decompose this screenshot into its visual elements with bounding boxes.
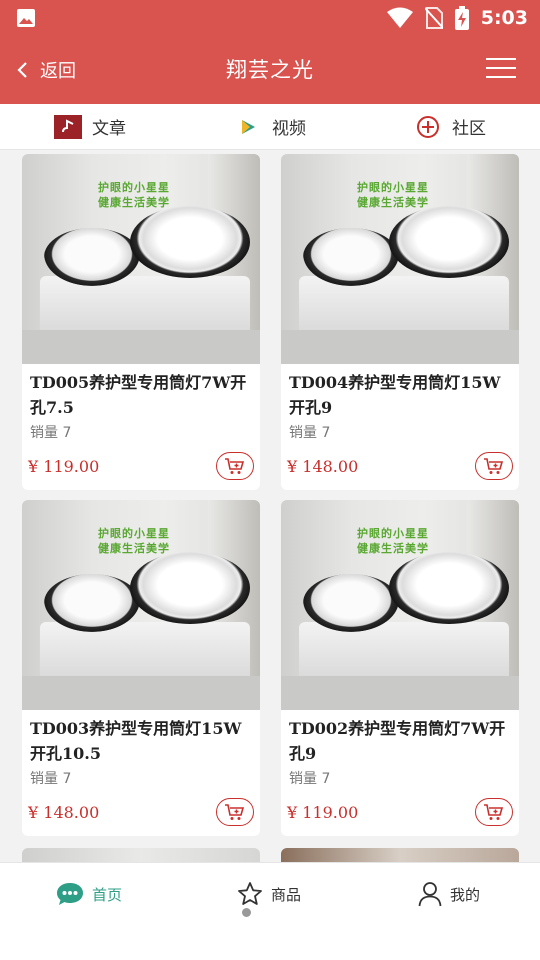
category-label: 视频 [272,119,306,139]
product-image: 护眼的小星星 健康生活美学 [22,154,260,364]
product-sales: 销量 7 [30,425,72,441]
add-to-cart-button[interactable] [216,452,254,480]
battery-charging-icon [454,6,469,30]
product-price: ¥ 119.00 [287,803,359,822]
product-name: TD002养护型专用筒灯7W开孔9 [289,719,506,763]
cart-icon [484,458,504,474]
product-card[interactable]: 护眼的小星星 健康生活美学 TD005养护型专用筒灯7W开孔7.5 销量 7 ¥ … [22,154,260,490]
category-label: 文章 [92,119,126,139]
status-bar: 5:03 [0,0,540,36]
product-sales: 销量 7 [289,771,331,787]
product-card[interactable]: 护眼的小星星 健康生活美学 TD003养护型专用筒灯15W开孔10.5 销量 7 … [22,500,260,836]
video-play-icon [234,115,262,139]
product-image-text: 护眼的小星星 健康生活美学 [357,181,429,209]
product-card[interactable]: 护眼的小星星 健康生活美学 TD004养护型专用筒灯15W开孔9 销量 7 ¥ 1… [281,154,519,490]
app-bar: 返回 翔芸之光 [0,36,540,104]
nav-profile[interactable]: 我的 [418,879,480,909]
add-to-cart-button[interactable] [475,798,513,826]
article-icon [54,114,82,139]
category-community[interactable]: 社区 [360,104,540,149]
cart-icon [484,804,504,820]
product-sales: 销量 7 [289,425,331,441]
product-image-text: 护眼的小星星 健康生活美学 [98,527,170,555]
hamburger-menu-icon[interactable] [486,58,516,78]
product-price: ¥ 119.00 [28,457,100,476]
product-image: 护眼的小星星 健康生活美学 [281,500,519,710]
product-image-text: 护眼的小星星 健康生活美学 [357,527,429,555]
chat-bubble-icon [57,883,83,905]
product-price: ¥ 148.00 [28,803,100,822]
product-image-text: 护眼的小星星 健康生活美学 [98,181,170,209]
page-title: 翔芸之光 [226,58,314,82]
cart-icon [225,804,245,820]
nav-home[interactable]: 首页 [56,879,122,909]
nav-label: 商品 [271,885,302,904]
community-icon [414,115,442,139]
nav-label: 首页 [92,885,123,904]
product-card[interactable]: 护眼的小星星 健康生活美学 TD002养护型专用筒灯7W开孔9 销量 7 ¥ 11… [281,500,519,836]
product-name: TD005养护型专用筒灯7W开孔7.5 [30,373,247,417]
no-sim-icon [424,7,443,29]
product-sales: 销量 7 [30,771,72,787]
product-image: 护眼的小星星 健康生活美学 [281,154,519,364]
product-card-partial[interactable] [281,848,519,862]
product-card-partial[interactable] [22,848,260,862]
product-grid: 护眼的小星星 健康生活美学 TD005养护型专用筒灯7W开孔7.5 销量 7 ¥ … [0,150,540,862]
wifi-icon [386,7,413,28]
category-article[interactable]: 文章 [0,104,180,149]
product-image: 护眼的小星星 健康生活美学 [22,500,260,710]
cart-icon [225,458,245,474]
category-label: 社区 [452,119,486,139]
category-video[interactable]: 视频 [180,104,360,149]
clock: 5:03 [480,7,528,29]
product-price: ¥ 148.00 [287,457,359,476]
product-name: TD004养护型专用筒灯15W开孔9 [289,373,501,417]
star-icon [238,882,262,905]
category-bar: 文章 视频 社区 [0,104,540,150]
gallery-icon [17,9,35,27]
add-to-cart-button[interactable] [475,452,513,480]
add-to-cart-button[interactable] [216,798,254,826]
nav-products[interactable]: 商品 [237,879,301,909]
active-indicator-dot [242,908,251,917]
bottom-nav: 首页 商品 我的 [0,862,540,960]
nav-label: 我的 [450,885,481,904]
product-name: TD003养护型专用筒灯15W开孔10.5 [30,719,242,763]
user-icon [418,882,442,907]
